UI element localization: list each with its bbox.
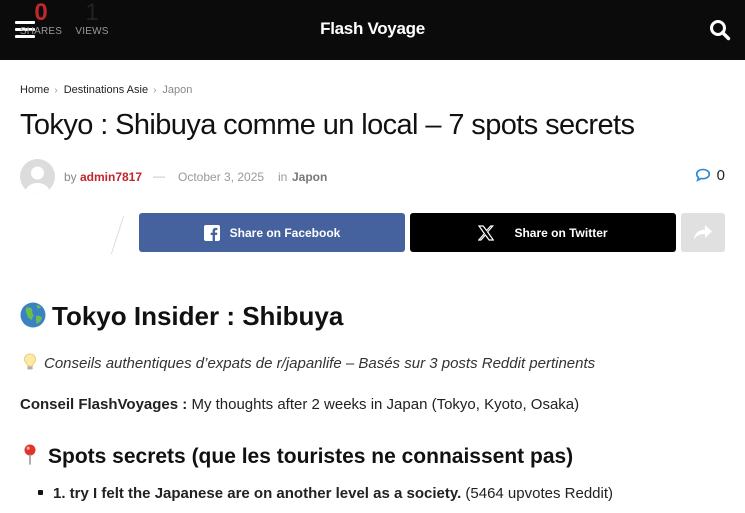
shares-label: SHARES: [19, 26, 63, 37]
breadcrumb-destinations-link[interactable]: Destinations Asie: [64, 84, 148, 96]
search-icon[interactable]: [709, 19, 731, 41]
author-link[interactable]: admin7817: [80, 170, 142, 184]
article-title: Tokyo : Shibuya comme un local – 7 spots…: [20, 109, 635, 141]
breadcrumb-home-link[interactable]: Home: [20, 84, 49, 96]
comment-bubble-icon: [695, 168, 710, 182]
tip-paragraph: Conseil FlashVoyages : My thoughts after…: [20, 396, 579, 413]
category-link[interactable]: Japon: [292, 170, 327, 184]
meta-separator: —: [153, 169, 165, 183]
publish-date[interactable]: October 3, 2025: [178, 170, 264, 184]
share-arrow-icon: [694, 224, 712, 240]
section-heading-text: Tokyo Insider : Shibuya: [52, 301, 344, 331]
share-facebook-button[interactable]: Share on Facebook: [139, 213, 405, 252]
share-twitter-label: Share on Twitter: [514, 225, 608, 240]
shares-value: 0: [34, 0, 48, 26]
bullet-marker: [38, 490, 43, 495]
lightbulb-icon: [22, 353, 38, 371]
shares-counter: 0 SHARES: [19, 0, 63, 37]
chevron-right-icon: ›: [54, 85, 58, 96]
spots-list: 1. try I felt the Japanese are on anothe…: [38, 485, 613, 502]
article-meta: by admin7817 — October 3, 2025 in Japon …: [20, 159, 725, 195]
comment-count: 0: [716, 167, 725, 184]
facebook-icon: [203, 224, 220, 241]
section-heading-insider: Tokyo Insider : Shibuya: [20, 301, 343, 332]
breadcrumb-category-link[interactable]: Japon: [162, 84, 192, 96]
comments-link[interactable]: 0: [695, 167, 725, 184]
tip-text: My thoughts after 2 weeks in Japan (Toky…: [187, 396, 580, 413]
source-note-text: Conseils authentiques d’expats de r/japa…: [44, 355, 596, 372]
author-avatar[interactable]: [20, 159, 55, 194]
pin-icon: [20, 443, 40, 465]
share-more-button[interactable]: [681, 213, 725, 252]
source-note: Conseils authentiques d’expats de r/japa…: [22, 353, 595, 372]
tip-label: Conseil FlashVoyages :: [20, 396, 188, 413]
in-label: in: [278, 170, 288, 184]
list-item: 1. try I felt the Japanese are on anothe…: [38, 485, 613, 502]
user-silhouette-icon: [25, 166, 50, 194]
section-heading-spots: Spots secrets (que les touristes ne conn…: [20, 443, 573, 469]
globe-icon: [20, 302, 46, 328]
chevron-right-icon: ›: [153, 85, 157, 96]
share-facebook-label: Share on Facebook: [229, 225, 341, 240]
views-counter: 1 VIEWS: [70, 0, 114, 37]
by-label: by: [64, 170, 77, 184]
counter-divider: [110, 215, 125, 255]
x-logo-icon: [478, 224, 495, 241]
spots-heading-text: Spots secrets (que les touristes ne conn…: [48, 445, 574, 468]
share-twitter-button[interactable]: Share on Twitter: [410, 213, 676, 252]
breadcrumb: Home › Destinations Asie › Japon: [20, 84, 192, 96]
list-item-title: 1. try I felt the Japanese are on anothe…: [53, 485, 462, 502]
list-item-meta: (5464 upvotes Reddit): [461, 485, 613, 502]
views-value: 1: [85, 0, 99, 26]
views-label: VIEWS: [75, 26, 109, 37]
